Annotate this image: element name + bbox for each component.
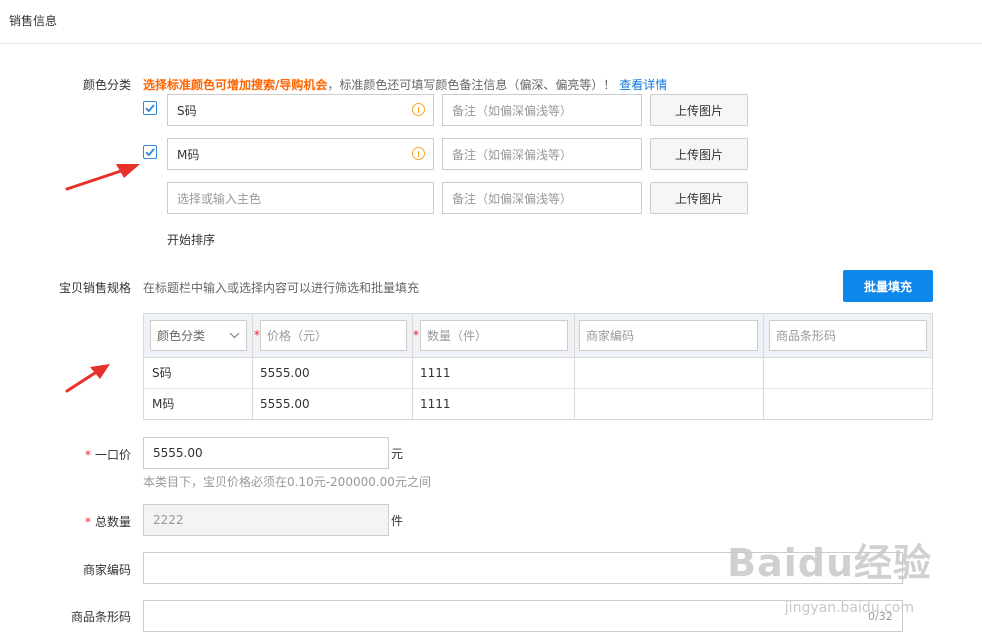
header-color-label: 颜色分类	[157, 329, 206, 343]
check-icon	[145, 104, 155, 113]
color-tip: 选择标准颜色可增加搜索/导购机会，标准颜色还可填写颜色备注信息（偏深、偏亮等）！…	[143, 76, 667, 93]
color-checkbox-m[interactable]	[143, 145, 157, 159]
price-hint: 本类目下，宝贝价格必须在0.10元-200000.00元之间	[143, 475, 431, 489]
row-color: M码	[152, 397, 175, 411]
color-checkbox-s[interactable]	[143, 101, 157, 115]
warning-icon[interactable]	[412, 147, 425, 160]
price-unit: 元	[391, 447, 404, 461]
note-input-new-placeholder: 备注（如偏深偏浅等）	[452, 191, 573, 206]
annotation-arrow-icon	[65, 364, 110, 393]
total-label-text: 总数量	[94, 515, 131, 529]
total-unit: 件	[391, 514, 404, 528]
section-title: 销售信息	[9, 14, 58, 28]
view-details-link[interactable]: 查看详情	[619, 78, 667, 92]
header-merchant-code-label: 商家编码	[586, 329, 635, 343]
chevron-down-icon	[229, 332, 240, 339]
header-merchant-code-input[interactable]: 商家编码	[579, 320, 758, 351]
table-row: M码 5555.00 1111	[144, 389, 932, 420]
note-input-m-placeholder: 备注（如偏深偏浅等）	[452, 147, 573, 162]
total-label: * 总数量	[60, 513, 131, 530]
spec-hint: 在标题栏中输入或选择内容可以进行筛选和批量填充	[143, 281, 420, 295]
check-icon	[145, 148, 155, 157]
upload-image-button-new[interactable]: 上传图片	[650, 182, 748, 214]
annotation-arrow-icon	[65, 164, 140, 191]
total-quantity-value: 2222	[153, 513, 184, 527]
price-input[interactable]: 5555.00	[143, 437, 389, 469]
note-input-m[interactable]: 备注（如偏深偏浅等）	[442, 138, 642, 170]
row-color: S码	[152, 366, 172, 380]
color-tip-text: ，标准颜色还可填写颜色备注信息（偏深、偏亮等）！	[327, 78, 616, 92]
main-color-input-placeholder: 选择或输入主色	[177, 191, 262, 206]
row-qty[interactable]: 1111	[420, 358, 451, 389]
row-price[interactable]: 5555.00	[260, 358, 310, 389]
column-divider	[574, 314, 575, 419]
color-input-s-value: S码	[177, 103, 197, 118]
column-divider	[412, 314, 413, 419]
batch-fill-button[interactable]: 批量填充	[843, 270, 933, 302]
note-input-new[interactable]: 备注（如偏深偏浅等）	[442, 182, 642, 214]
header-qty-label: 数量（件）	[427, 329, 488, 343]
row-qty[interactable]: 1111	[420, 389, 451, 420]
column-divider	[763, 314, 764, 419]
header-barcode-input[interactable]: 商品条形码	[769, 320, 927, 351]
section-divider	[0, 43, 982, 44]
header-barcode-label: 商品条形码	[776, 329, 837, 343]
watermark-url: jingyan.baidu.com	[784, 600, 914, 616]
color-input-m-value: M码	[177, 147, 200, 162]
spec-table: 颜色分类 * 价格（元） * 数量（件） 商家编码 商品条形码 S码 5555.…	[143, 313, 933, 420]
main-color-input[interactable]: 选择或输入主色	[167, 182, 434, 214]
merchant-code-label: 商家编码	[82, 563, 131, 577]
price-label: * 一口价	[60, 446, 131, 463]
note-input-s-placeholder: 备注（如偏深偏浅等）	[452, 103, 573, 118]
color-label: 颜色分类	[82, 78, 131, 92]
required-marker: *	[413, 328, 419, 342]
color-input-m[interactable]: M码	[167, 138, 434, 170]
price-input-value: 5555.00	[153, 446, 203, 460]
required-marker: *	[84, 448, 91, 462]
row-price[interactable]: 5555.00	[260, 389, 310, 420]
price-label-text: 一口价	[94, 448, 131, 462]
header-price-input[interactable]: 价格（元）	[260, 320, 407, 351]
upload-image-button-s[interactable]: 上传图片	[650, 94, 748, 126]
table-row: S码 5555.00 1111	[144, 358, 932, 389]
column-divider	[252, 314, 253, 419]
spec-table-header: 颜色分类 * 价格（元） * 数量（件） 商家编码 商品条形码	[144, 314, 932, 358]
warning-icon[interactable]	[412, 103, 425, 116]
color-tip-highlight: 选择标准颜色可增加搜索/导购机会	[143, 78, 328, 92]
start-sort-link[interactable]: 开始排序	[167, 231, 215, 248]
upload-image-button-m[interactable]: 上传图片	[650, 138, 748, 170]
header-qty-input[interactable]: 数量（件）	[420, 320, 568, 351]
barcode-label: 商品条形码	[70, 610, 131, 624]
header-color-select[interactable]: 颜色分类	[150, 320, 247, 351]
color-input-s[interactable]: S码	[167, 94, 434, 126]
spec-label: 宝贝销售规格	[58, 281, 131, 295]
total-quantity-input: 2222	[143, 504, 389, 536]
note-input-s[interactable]: 备注（如偏深偏浅等）	[442, 94, 642, 126]
watermark-logo: Baidu经验	[727, 541, 932, 585]
required-marker: *	[84, 515, 91, 529]
header-price-label: 价格（元）	[267, 329, 328, 343]
